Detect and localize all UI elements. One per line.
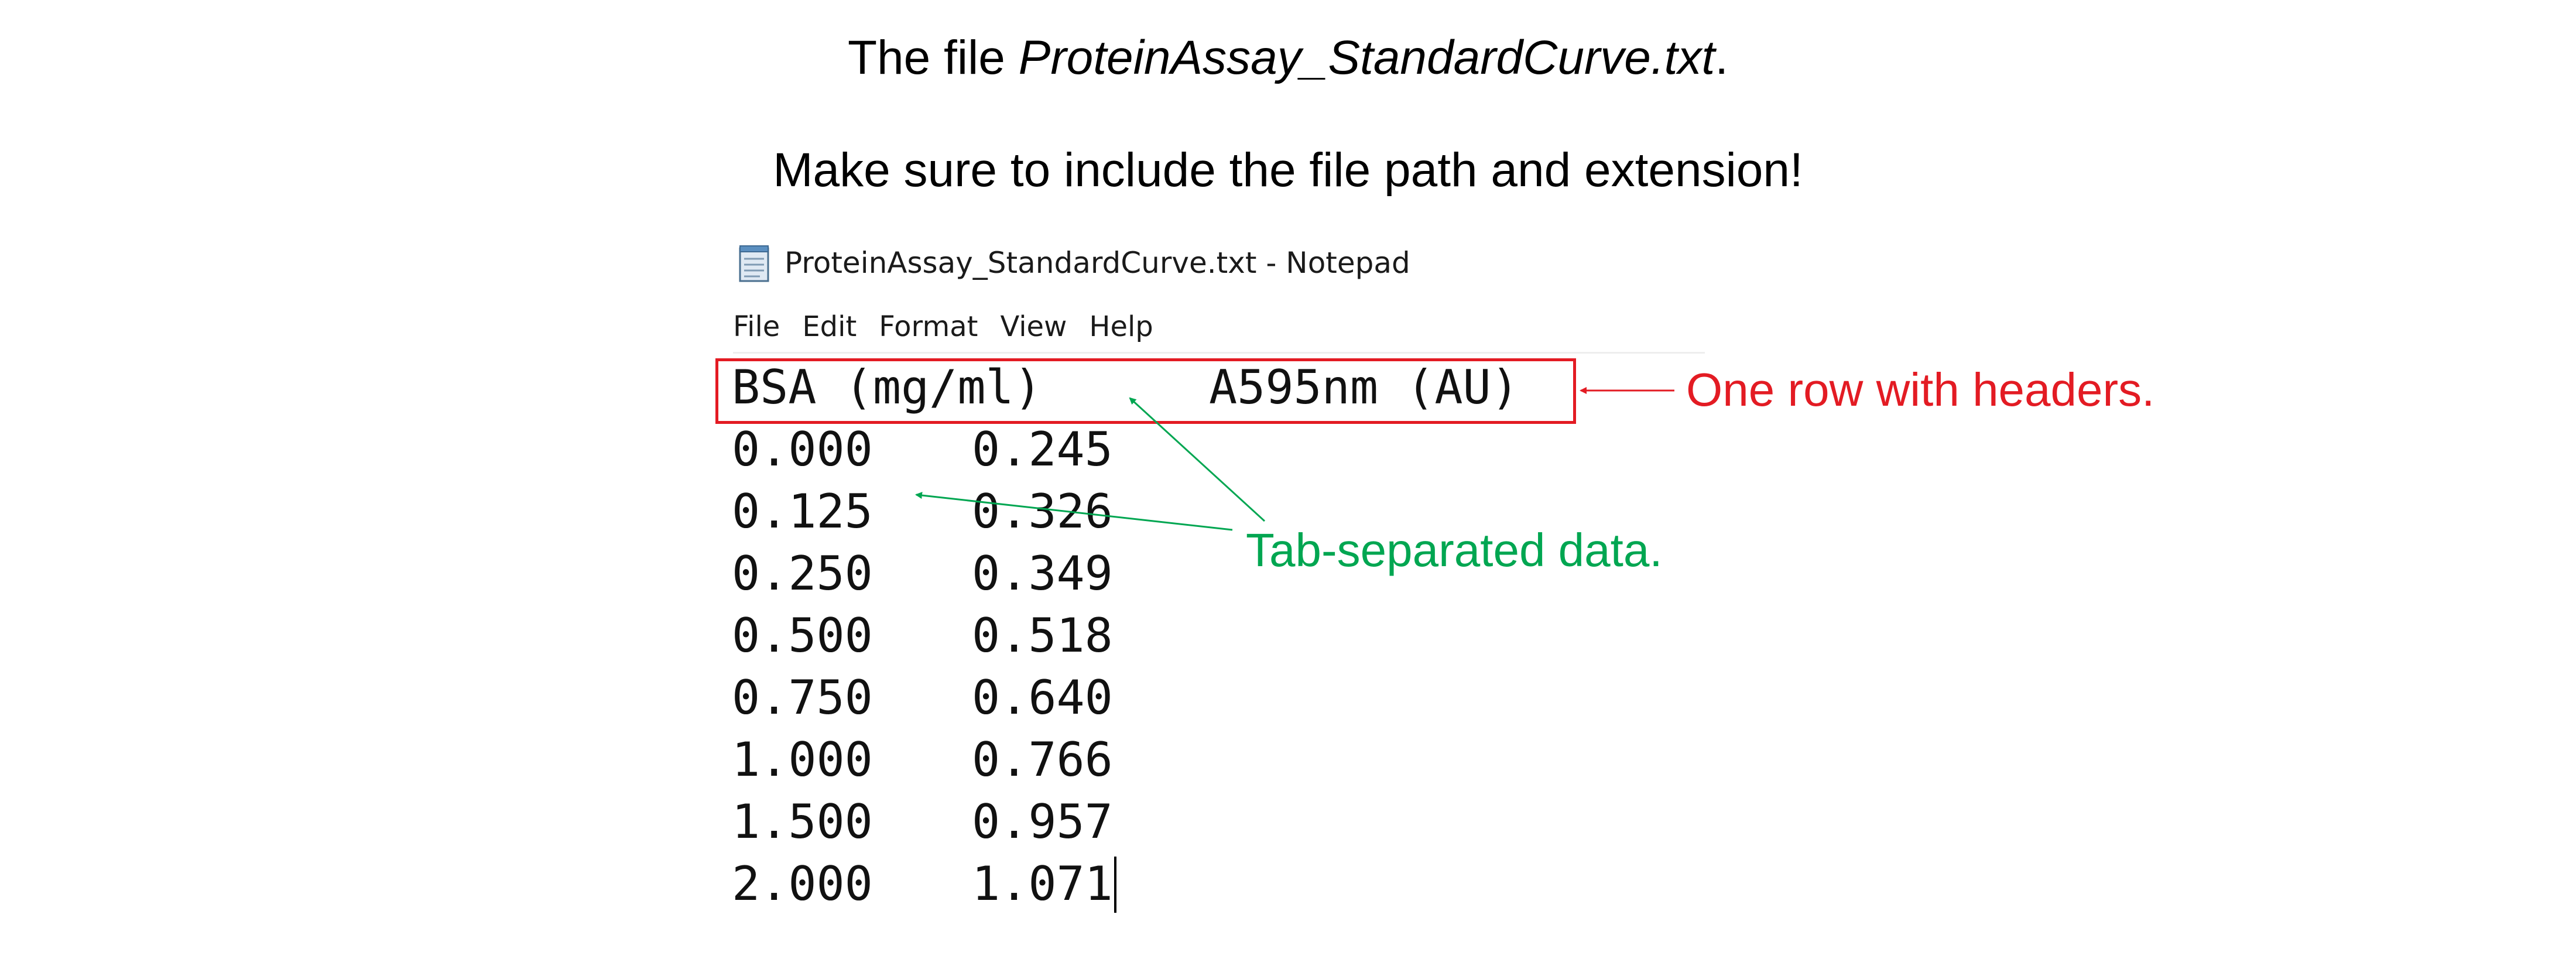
tab-arrow-lower (915, 492, 1233, 531)
headers-annotation: One row with headers. (1686, 364, 2155, 416)
tab-separated-annotation: Tab-separated data. (1246, 524, 1663, 576)
annotation-arrows (915, 387, 1674, 531)
tab-arrow-upper (1129, 397, 1266, 522)
